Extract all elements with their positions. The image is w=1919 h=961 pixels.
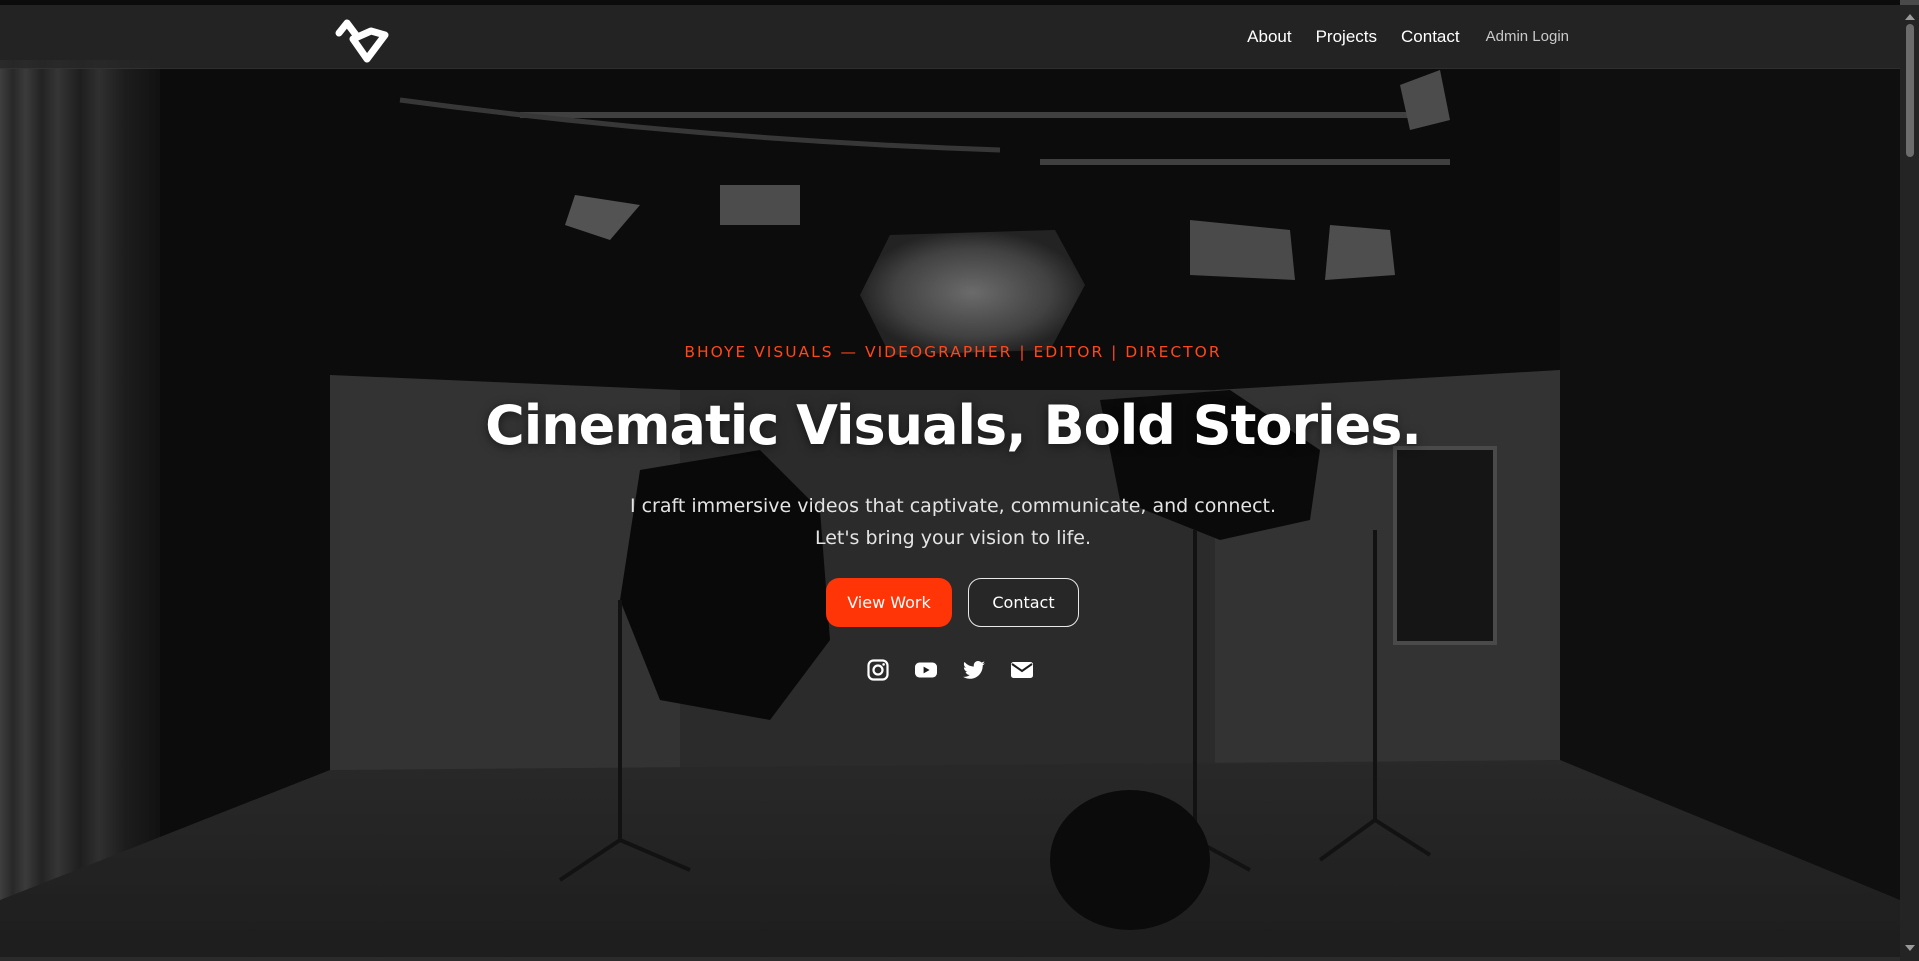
social-links [866, 658, 1034, 682]
hero-subtitle: I craft immersive videos that captivate,… [629, 495, 1277, 549]
scrollbar-thumb[interactable] [1906, 24, 1914, 157]
scroll-up-arrow-icon[interactable] [1905, 14, 1915, 20]
twitter-icon[interactable] [962, 658, 986, 682]
window-bottom-edge [0, 957, 1900, 961]
hero-tagline: BHOYE VISUALS — VIDEOGRAPHER | EDITOR | … [684, 343, 1222, 361]
hero-content: BHOYE VISUALS — VIDEOGRAPHER | EDITOR | … [0, 0, 1900, 961]
email-icon[interactable] [1010, 658, 1034, 682]
contact-button[interactable]: Contact [968, 578, 1079, 627]
view-work-button[interactable]: View Work [826, 578, 952, 627]
scroll-down-arrow-icon[interactable] [1905, 945, 1915, 951]
hero-headline: Cinematic Visuals, Bold Stories. [485, 394, 1422, 457]
youtube-icon[interactable] [914, 658, 938, 682]
instagram-icon[interactable] [866, 658, 890, 682]
